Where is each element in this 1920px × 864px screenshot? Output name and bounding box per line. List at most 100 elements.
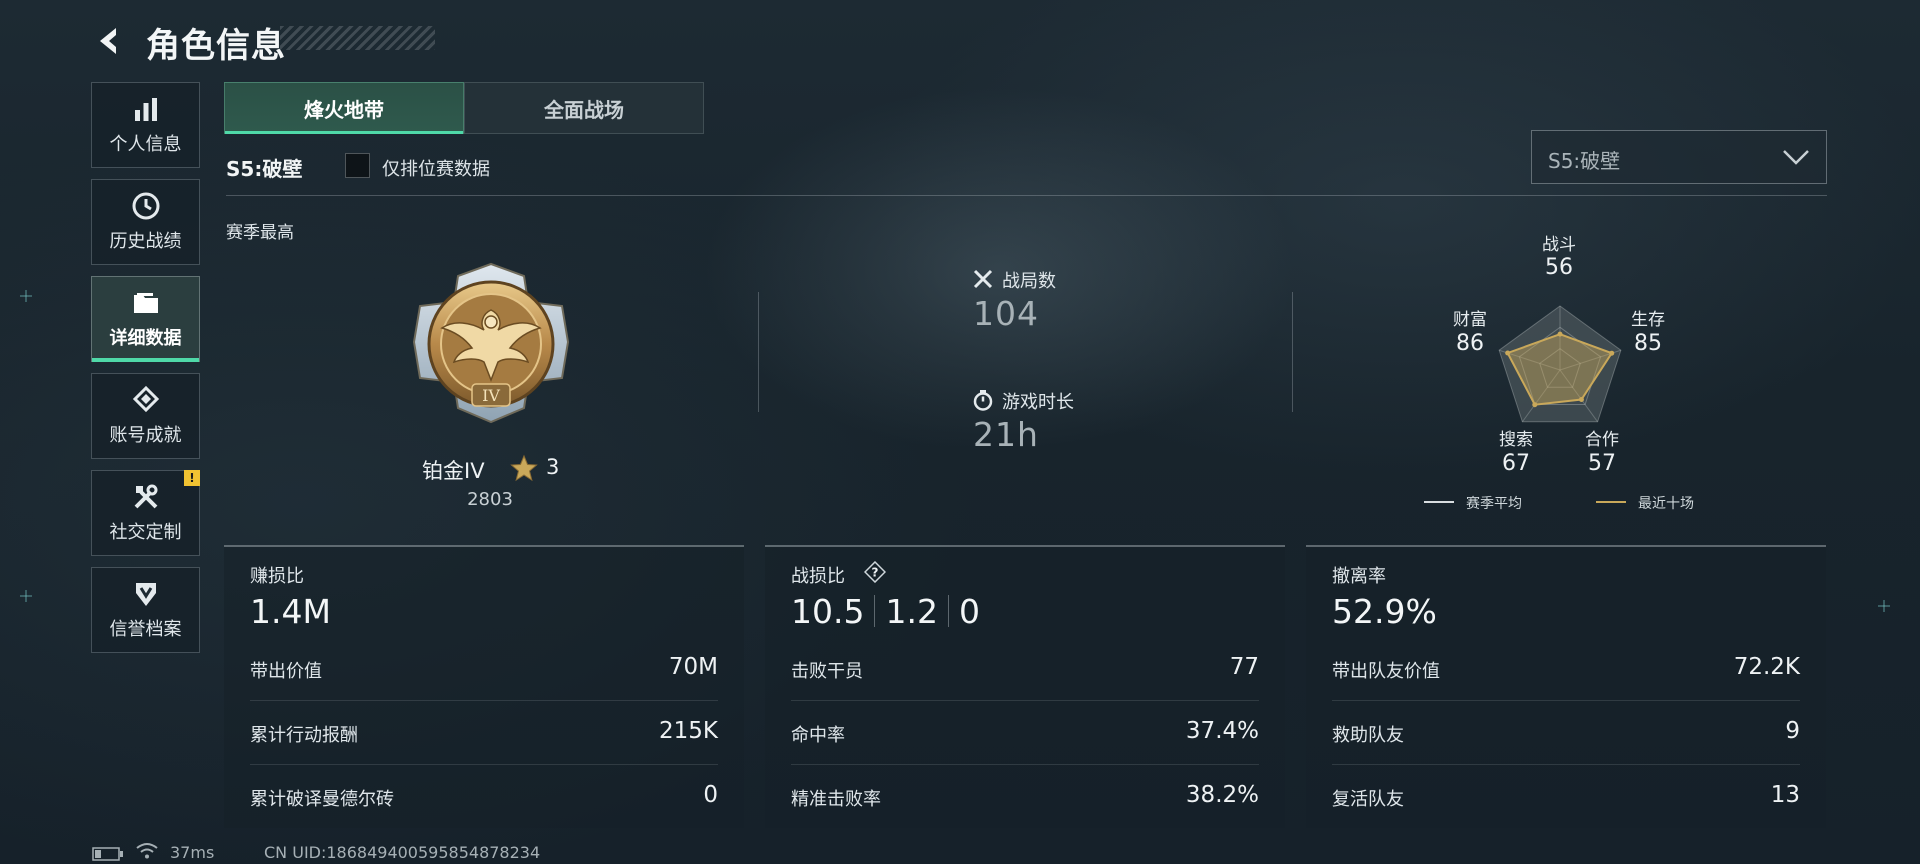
stat-row: 带出价值 70M — [250, 637, 718, 701]
rank-name: 铂金IV — [422, 459, 485, 483]
kd-ratio-tertiary: 0 — [958, 592, 980, 631]
medal-numeral: IV — [482, 386, 500, 405]
radar-point — [1578, 397, 1584, 403]
stat-value: 9 — [1785, 718, 1800, 744]
folder-icon — [133, 293, 158, 313]
stat-value: 77 — [1229, 654, 1259, 680]
title-decoration — [280, 26, 435, 50]
stat-row: 精准击败率 38.2% — [791, 765, 1259, 829]
achievement-icon — [132, 385, 159, 413]
matches-value: 104 — [973, 294, 1039, 333]
stat-row: 救助队友 9 — [1332, 701, 1800, 765]
kd-ratio-secondary: 1.2 — [885, 592, 938, 631]
bar-chart-icon — [134, 98, 157, 121]
stat-row: 击败干员 77 — [791, 637, 1259, 701]
ping-text: 37ms — [170, 843, 215, 862]
stat-value: 215K — [659, 718, 718, 744]
stat-label: 带出队友价值 — [1332, 661, 1440, 682]
sidebar-item-social-custom[interactable]: 社交定制 ! — [91, 470, 200, 556]
profit-panel: 赚损比 1.4M 带出价值 70M 累计行动报酬 215K 累计破译曼德尔砖 0 — [224, 545, 744, 828]
kd-ratio-values: 10.5 1.2 0 — [791, 592, 980, 631]
panel-title: 撤离率 — [1332, 566, 1386, 587]
season-dropdown[interactable]: S5:破壁 — [1531, 130, 1827, 184]
sidebar-item-achievements[interactable]: 账号成就 — [91, 373, 200, 459]
star-icon — [510, 454, 538, 482]
divider — [226, 195, 1827, 196]
stat-row: 累计破译曼德尔砖 0 — [250, 765, 718, 829]
radar-label-combat: 战斗 — [1542, 235, 1576, 255]
decoration-crosshair — [20, 290, 32, 302]
extract-rate-value: 52.9% — [1332, 592, 1437, 631]
stat-label: 命中率 — [791, 725, 845, 746]
combat-panel: 战损比 10.5 1.2 0 击败干员 77 命中率 37.4% 精准击败率 38.… — [765, 545, 1285, 828]
sidebar-item-reputation[interactable]: 信誉档案 — [91, 567, 200, 653]
stopwatch-icon — [973, 390, 993, 411]
radar-legend: 赛季平均 最近十场 — [1424, 492, 1714, 512]
sidebar-item-label: 个人信息 — [109, 134, 182, 155]
radar-value-search: 67 — [1502, 451, 1530, 476]
sidebar-item-label: 账号成就 — [109, 425, 182, 446]
back-arrow-icon[interactable] — [92, 24, 126, 58]
radar-chart: 战斗 56 生存 85 合作 57 搜索 67 财富 86 — [1410, 220, 1720, 520]
rank-points: 2803 — [467, 489, 513, 510]
stat-row: 带出队友价值 72.2K — [1332, 637, 1800, 701]
season-dropdown-value: S5:破壁 — [1548, 149, 1621, 173]
stat-value: 70M — [668, 654, 718, 680]
sidebar-item-personal-info[interactable]: 个人信息 — [91, 82, 200, 168]
tools-icon — [134, 484, 157, 509]
divider — [1292, 292, 1293, 412]
legend-label-recent-ten: 最近十场 — [1638, 496, 1694, 512]
season-label: S5:破壁 — [226, 157, 303, 181]
radar-point — [1532, 402, 1538, 408]
stat-label: 救助队友 — [1332, 725, 1404, 746]
radar-value-wealth: 86 — [1456, 331, 1484, 356]
stat-value: 38.2% — [1185, 782, 1259, 808]
ranked-only-checkbox[interactable] — [345, 153, 370, 178]
legend-label-season-avg: 赛季平均 — [1466, 496, 1522, 512]
radar-point — [1557, 331, 1563, 337]
stat-label: 精准击败率 — [791, 789, 881, 810]
decoration-crosshair — [1878, 600, 1890, 612]
sidebar-item-history[interactable]: 历史战绩 — [91, 179, 200, 265]
radar-label-wealth: 财富 — [1453, 310, 1487, 330]
kd-ratio-primary: 10.5 — [791, 592, 865, 631]
radar-value-survival: 85 — [1634, 331, 1662, 356]
crossed-swords-icon — [973, 269, 993, 289]
matches-label: 战局数 — [1002, 271, 1056, 292]
profit-ratio-value: 1.4M — [250, 592, 331, 631]
rank-medal-icon: IV — [412, 262, 570, 424]
ranked-only-label[interactable]: 仅排位赛数据 — [382, 155, 490, 181]
battery-icon — [92, 847, 123, 861]
stat-row: 命中率 37.4% — [791, 701, 1259, 765]
ratio-separator — [874, 595, 876, 627]
divider — [758, 292, 759, 412]
tab-full-battlefield[interactable]: 全面战场 — [464, 82, 704, 134]
panel-title: 赚损比 — [250, 566, 304, 587]
shield-icon — [135, 583, 156, 606]
extract-panel: 撤离率 52.9% 带出队友价值 72.2K 救助队友 9 复活队友 13 — [1306, 545, 1826, 828]
panel-title: 战损比 — [791, 566, 845, 587]
stat-value: 37.4% — [1185, 718, 1259, 744]
stat-value: 0 — [703, 782, 718, 808]
radar-value-combat: 56 — [1545, 255, 1573, 280]
radar-label-cooperation: 合作 — [1585, 430, 1619, 450]
decoration-crosshair — [20, 590, 32, 602]
wifi-icon — [136, 843, 158, 859]
svg-text:?: ? — [872, 566, 879, 580]
sidebar-item-label: 详细数据 — [109, 328, 182, 349]
stat-row: 复活队友 13 — [1332, 765, 1800, 829]
season-high-label: 赛季最高 — [226, 223, 294, 243]
stat-label: 复活队友 — [1332, 789, 1404, 810]
rank-name-row: 铂金IV 3 — [422, 453, 582, 483]
uid-text: CN UID:18684940059585487823​4 — [264, 843, 541, 862]
stat-value: 13 — [1770, 782, 1800, 808]
stat-row: 累计行动报酬 215K — [250, 701, 718, 765]
stat-label: 累计行动报酬 — [250, 725, 358, 746]
tab-hazard-zone[interactable]: 烽火地带 — [224, 82, 464, 134]
sidebar-item-label: 历史战绩 — [109, 231, 182, 252]
sidebar-item-detailed-data[interactable]: 详细数据 — [91, 276, 200, 362]
help-icon[interactable]: ? — [864, 561, 886, 583]
rank-star-count: 3 — [546, 455, 560, 479]
radar-label-search: 搜索 — [1499, 430, 1533, 450]
playtime-value: 21h — [973, 415, 1039, 454]
